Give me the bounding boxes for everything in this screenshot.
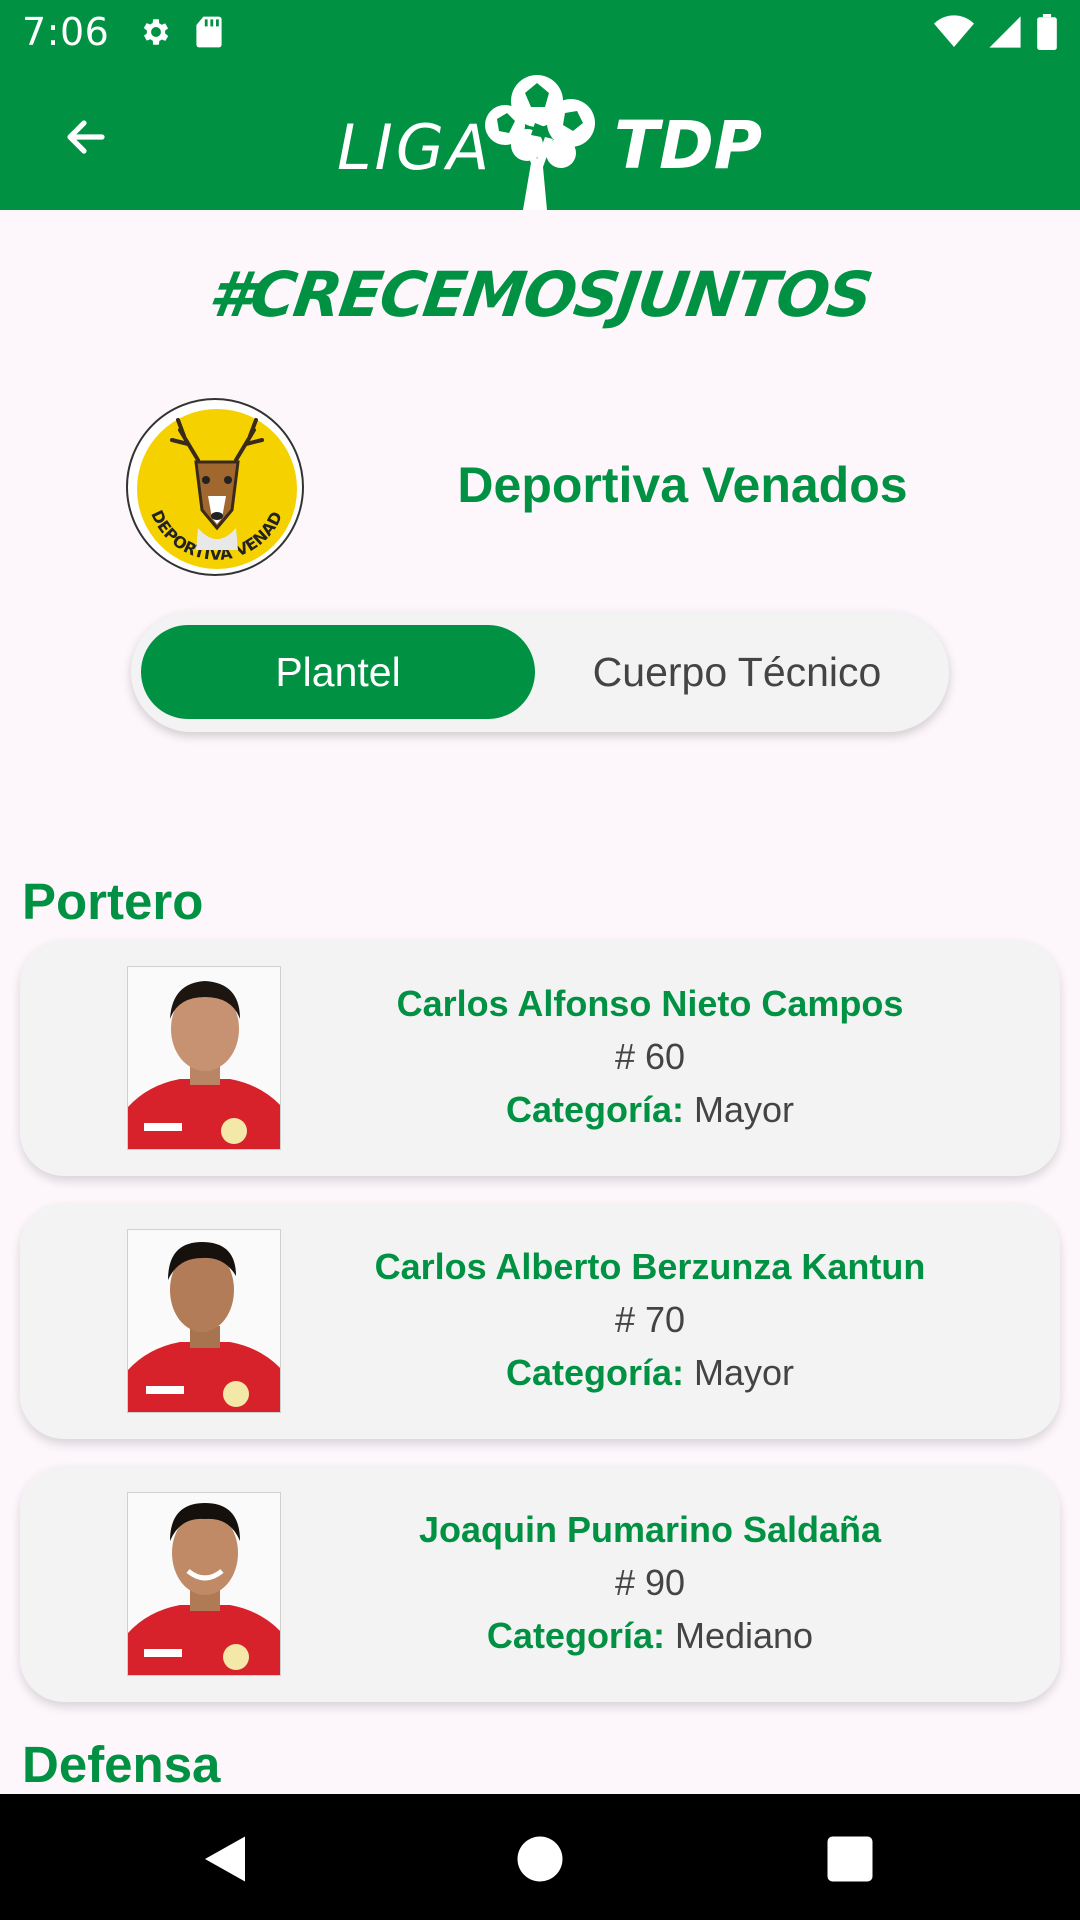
player-number: # 60 <box>614 1036 686 1077</box>
team-name: Deportiva Venados <box>457 457 908 513</box>
back-button[interactable] <box>52 103 120 171</box>
team-tabs: Plantel Cuerpo Técnico <box>131 612 949 732</box>
gear-icon <box>144 18 169 45</box>
team-logo: DEPORTIVA VENADOS <box>126 398 304 576</box>
player-number: # 90 <box>614 1562 686 1603</box>
player-category: Categoría: Mayor <box>350 1346 950 1399</box>
player-photo <box>127 1229 281 1413</box>
player-photo <box>127 1492 281 1676</box>
player-avatar-icon <box>128 1230 280 1412</box>
player-card[interactable]: Carlos Alberto Berzunza Kantun # 70 Cate… <box>20 1203 1060 1439</box>
logo-text-liga: LIGA <box>337 111 493 184</box>
status-time: 7:06 <box>22 9 110 54</box>
slogan: #CRECEMOSJUNTOS <box>204 258 876 331</box>
player-photo <box>127 966 281 1150</box>
player-card[interactable]: Carlos Alfonso Nieto Campos # 60 Categor… <box>20 940 1060 1176</box>
system-nav-bar <box>0 1794 1080 1920</box>
category-label: Categoría: <box>505 1089 684 1130</box>
player-name: Carlos Alfonso Nieto Campos <box>396 983 904 1024</box>
category-value: Mediano <box>674 1615 814 1656</box>
category-label: Categoría: <box>505 1352 684 1393</box>
player-number: # 70 <box>614 1299 686 1340</box>
app-bar: LIGA TDP <box>0 63 1080 210</box>
back-triangle-icon[interactable] <box>195 1829 255 1889</box>
section-title-portero: Portero <box>22 873 204 930</box>
battery-icon <box>1037 13 1057 50</box>
home-circle-icon[interactable] <box>510 1829 570 1889</box>
deer-crest-icon: DEPORTIVA VENADOS <box>128 400 297 569</box>
category-value: Mayor <box>694 1089 795 1130</box>
recents-square-icon[interactable] <box>820 1829 880 1889</box>
player-name: Carlos Alberto Berzunza Kantun <box>374 1246 926 1287</box>
signal-icon <box>989 15 1021 48</box>
player-card[interactable]: Joaquin Pumarino Saldaña # 90 Categoría:… <box>20 1466 1060 1702</box>
status-bar: 7:06 <box>0 0 1080 63</box>
arrow-left-icon <box>67 120 105 154</box>
tab-cuerpo-tecnico[interactable]: Cuerpo Técnico <box>535 625 939 719</box>
logo-text-tdp: TDP <box>614 107 763 184</box>
player-category: Categoría: Mayor <box>350 1083 950 1136</box>
tab-plantel[interactable]: Plantel <box>141 625 535 719</box>
category-label: Categoría: <box>486 1615 665 1656</box>
sd-card-icon <box>196 16 222 47</box>
player-avatar-icon <box>128 967 280 1149</box>
category-value: Mayor <box>694 1352 795 1393</box>
player-category: Categoría: Mediano <box>350 1609 950 1662</box>
section-title-defensa: Defensa <box>22 1736 221 1793</box>
player-avatar-icon <box>128 1493 280 1675</box>
liga-tdp-logo: LIGA TDP <box>335 63 762 210</box>
tree-logo-icon <box>485 75 595 210</box>
wifi-icon <box>934 14 974 47</box>
player-name: Joaquin Pumarino Saldaña <box>418 1509 882 1550</box>
